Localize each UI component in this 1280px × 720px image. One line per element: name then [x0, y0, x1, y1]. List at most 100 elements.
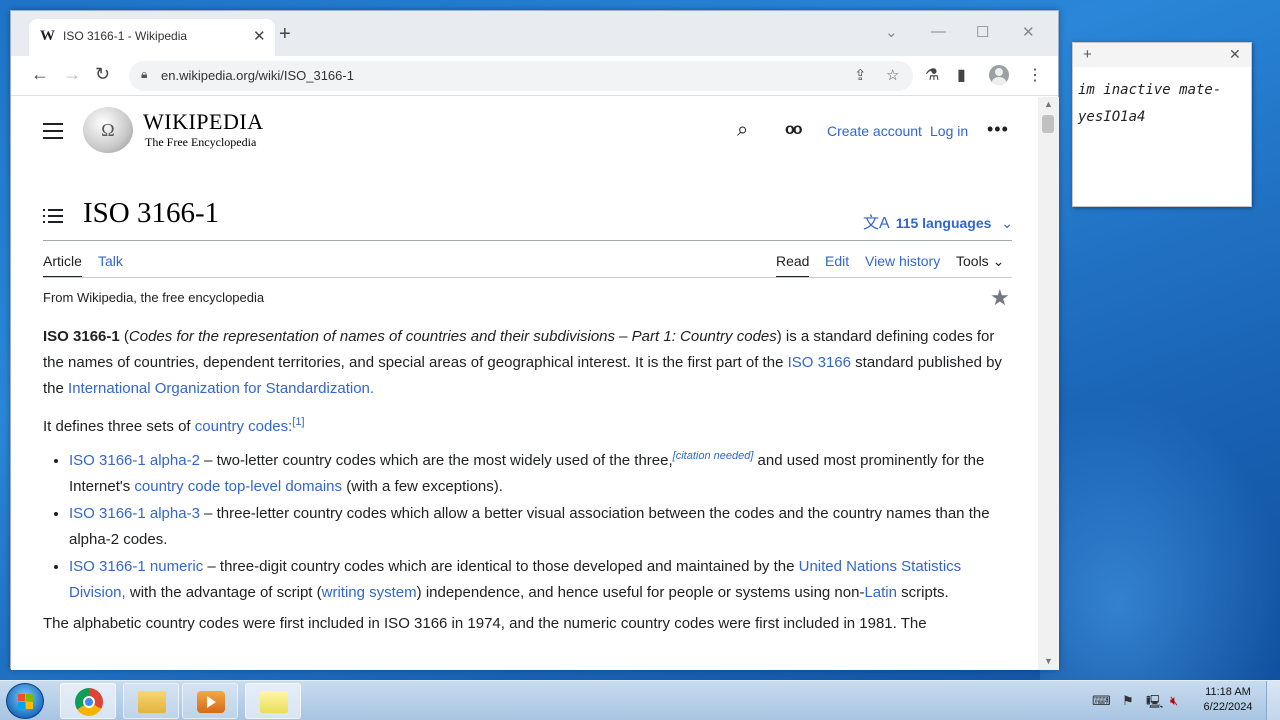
windows-start-icon[interactable]: [6, 683, 44, 719]
menu-dots-icon[interactable]: ⋮: [1027, 65, 1043, 85]
forward-icon[interactable]: →: [63, 64, 81, 85]
taskbar: ⌨ ⚑ 🖳︎ 🔇︎ 11:18 AM 6/22/2024: [0, 680, 1280, 720]
sticky-notes-icon: [260, 691, 288, 713]
tab-article[interactable]: Article: [43, 253, 82, 278]
link-writing-system[interactable]: writing system: [322, 584, 417, 601]
show-desktop-button[interactable]: [1266, 681, 1280, 720]
link-numeric[interactable]: ISO 3166-1 numeric: [69, 558, 203, 575]
tab-talk[interactable]: Talk: [98, 253, 123, 269]
search-icon[interactable]: ⌕: [737, 119, 748, 142]
browser-tab[interactable]: W ISO 3166-1 - Wikipedia ✕: [29, 19, 275, 56]
sticky-note[interactable]: + ✕ im inactive mate- yesIO1a4: [1072, 42, 1252, 207]
w-favicon-icon: W: [40, 28, 55, 44]
page-scrollbar[interactable]: ▲ ▼: [1038, 97, 1059, 670]
article-content: ISO 3166-1 (Codes for the representation…: [43, 324, 1008, 649]
hamburger-icon[interactable]: [43, 123, 63, 139]
share-icon[interactable]: ⇪: [854, 66, 867, 84]
link-latin[interactable]: Latin: [864, 584, 897, 601]
wikipedia-tagline: The Free Encyclopedia: [145, 135, 257, 149]
tab-read[interactable]: Read: [776, 253, 810, 278]
from-wikipedia-text: From Wikipedia, the free encyclopedia: [43, 290, 265, 305]
chevron-down-icon[interactable]: ⌄: [885, 23, 898, 41]
network-icon[interactable]: 🖳︎: [1146, 693, 1163, 715]
create-account-link[interactable]: Create account: [827, 123, 922, 139]
paragraph: ISO 3166-1 (Codes for the representation…: [43, 324, 1008, 402]
link-iso-3166[interactable]: ISO 3166: [788, 354, 851, 371]
taskbar-sticky-notes-button[interactable]: [245, 683, 301, 719]
plus-icon[interactable]: +: [1083, 46, 1092, 63]
lock-icon[interactable]: 🔒︎: [141, 67, 147, 82]
extension-icon[interactable]: ⚗: [925, 65, 939, 85]
url-text[interactable]: en.wikipedia.org/wiki/ISO_3166-1: [161, 68, 354, 83]
chevron-down-icon: ⌄: [992, 253, 1005, 269]
tab-view-history[interactable]: View history: [865, 253, 940, 269]
link-country-codes[interactable]: country codes:: [195, 418, 293, 435]
browser-window: W ISO 3166-1 - Wikipedia ✕ + ⌄ — ☐ ✕ ← →…: [10, 10, 1059, 670]
wikipedia-page: Ω WIKIPEDIA The Free Encyclopedia ⌕ oo C…: [11, 97, 1038, 670]
bold-term: ISO 3166-1: [43, 328, 120, 345]
text: scripts.: [896, 583, 949, 601]
taskbar-media-button[interactable]: [182, 683, 238, 719]
close-icon[interactable]: ✕: [253, 27, 266, 45]
list-item: ISO 3166-1 numeric – three-digit country…: [69, 554, 1008, 605]
watch-eyes-icon[interactable]: oo: [785, 121, 802, 139]
text: It defines three sets of: [43, 418, 195, 435]
translate-icon: 文A: [863, 215, 890, 232]
clock[interactable]: 11:18 AM 6/22/2024: [1196, 685, 1260, 715]
link-cctld[interactable]: country code top-level domains: [134, 478, 342, 495]
link-alpha-2[interactable]: ISO 3166-1 alpha-2: [69, 452, 200, 469]
tab-strip: W ISO 3166-1 - Wikipedia ✕ + ⌄ — ☐ ✕: [11, 11, 1058, 56]
taskbar-explorer-button[interactable]: [123, 683, 179, 719]
reference-link[interactable]: [1]: [292, 416, 304, 428]
text: (: [119, 328, 129, 345]
reload-icon[interactable]: ↻: [95, 64, 110, 85]
note-title-bar[interactable]: + ✕: [1073, 43, 1251, 67]
maximize-icon[interactable]: ☐: [976, 23, 989, 41]
profile-icon[interactable]: [989, 65, 1009, 85]
text: – two-letter country codes which are the…: [199, 452, 673, 469]
close-window-icon[interactable]: ✕: [1022, 23, 1035, 41]
tools-label: Tools: [956, 253, 989, 269]
star-icon[interactable]: ★: [990, 285, 1010, 311]
desktop-background: [1040, 380, 1280, 700]
address-bar[interactable]: 🔒︎ en.wikipedia.org/wiki/ISO_3166-1 ⇪ ☆: [129, 61, 913, 91]
italic-text: Codes for the representation of names of…: [128, 328, 777, 345]
keyboard-icon[interactable]: ⌨: [1092, 693, 1111, 709]
plus-icon[interactable]: +: [279, 23, 291, 46]
minimize-icon[interactable]: —: [931, 23, 946, 40]
paragraph: The alphabetic country codes were first …: [43, 615, 927, 632]
more-icon[interactable]: •••: [987, 119, 1009, 140]
sidebar-icon[interactable]: ▮: [957, 65, 966, 85]
text: (with a few exceptions).: [342, 477, 503, 495]
back-icon[interactable]: ←: [31, 64, 49, 85]
scroll-thumb[interactable]: [1042, 115, 1054, 133]
text: with the advantage of script (: [125, 583, 322, 601]
link-iso-org[interactable]: International Organization for Standardi…: [68, 380, 374, 397]
tab-tools[interactable]: Tools ⌄: [956, 253, 1004, 270]
scroll-up-icon[interactable]: ▲: [1044, 99, 1053, 109]
list-item: ISO 3166-1 alpha-2 – two-letter country …: [69, 448, 1008, 499]
link-alpha-3[interactable]: ISO 3166-1 alpha-3: [69, 505, 200, 522]
scroll-down-icon[interactable]: ▼: [1044, 656, 1053, 666]
log-in-link[interactable]: Log in: [930, 123, 968, 139]
taskbar-chrome-button[interactable]: [60, 683, 116, 719]
text: – three-digit country codes which are id…: [203, 558, 799, 575]
close-icon[interactable]: ✕: [1229, 46, 1241, 63]
citation-needed-link[interactable]: [citation needed]: [673, 450, 754, 462]
clock-date: 6/22/2024: [1203, 701, 1253, 713]
paragraph: It defines three sets of country codes:[…: [43, 414, 1008, 440]
divider: [43, 277, 1012, 278]
wikipedia-wordmark[interactable]: WIKIPEDIA: [143, 109, 264, 135]
bookmark-star-icon[interactable]: ☆: [886, 66, 899, 84]
text: ) independence, and hence useful for peo…: [416, 583, 865, 601]
note-text[interactable]: im inactive mate- yesIO1a4: [1078, 77, 1248, 131]
flag-icon[interactable]: ⚑: [1122, 693, 1134, 709]
text: – three-letter country codes which allow…: [69, 505, 990, 548]
languages-button[interactable]: 文A 115 languages ⌄: [863, 209, 1013, 233]
volume-muted-icon[interactable]: 🔇︎: [1170, 693, 1178, 709]
wikipedia-globe-icon[interactable]: Ω: [83, 107, 133, 153]
toc-icon[interactable]: [43, 209, 63, 225]
tab-edit[interactable]: Edit: [825, 253, 849, 269]
page-title: ISO 3166-1: [83, 197, 220, 229]
list-item: ISO 3166-1 alpha-3 – three-letter countr…: [69, 501, 1008, 552]
